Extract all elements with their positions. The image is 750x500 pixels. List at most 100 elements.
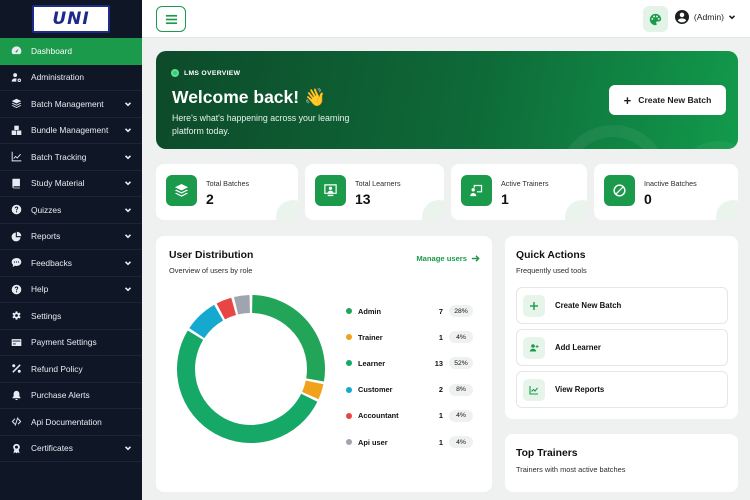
brand-logo[interactable]: UNI	[32, 5, 110, 33]
stat-card-inactive-batches[interactable]: Inactive Batches 0	[594, 164, 738, 220]
top-trainers-subtitle: Trainers with most active batches	[516, 465, 626, 474]
legend-label: Admin	[358, 306, 381, 316]
sidebar-item-feedbacks[interactable]: Feedbacks	[0, 250, 142, 277]
user-plus-icon	[523, 336, 545, 359]
layers-icon	[166, 175, 197, 206]
theme-button[interactable]	[643, 6, 668, 32]
chevron-down-icon	[124, 206, 132, 214]
sidebar-item-certificates[interactable]: Certificates	[0, 436, 142, 462]
quick-action-label: Create New Batch	[555, 301, 622, 310]
create-batch-button[interactable]: + Create New Batch	[609, 85, 726, 115]
layers-icon	[11, 98, 22, 109]
legend-item-customer: Customer 2 8%	[346, 377, 476, 403]
sidebar-item-label: Help	[31, 284, 49, 295]
sidebar: UNI Dashboard Administration Batch Managem…	[0, 0, 142, 500]
donut-slice-admin[interactable]	[251, 295, 325, 382]
legend-color-dot	[346, 386, 352, 393]
palette-icon	[649, 13, 662, 25]
legend-label: Api user	[358, 437, 388, 447]
welcome-title: Welcome back! 👋	[172, 87, 326, 107]
legend-count: 1	[438, 437, 443, 447]
quick-action-view-reports[interactable]: View Reports	[516, 371, 728, 408]
legend-color-dot	[346, 308, 352, 315]
learner-icon	[315, 175, 346, 206]
chevron-down-icon	[124, 100, 132, 108]
bell-icon	[11, 390, 22, 401]
chart-legend: Admin 7 28% Trainer 1 4% Learner 13 52% Customer 2…	[346, 298, 476, 455]
question-circle-icon	[11, 204, 22, 215]
quick-action-label: View Reports	[555, 385, 605, 394]
user-avatar-icon	[674, 10, 689, 24]
overview-badge-label: LMS OVERVIEW	[184, 69, 241, 77]
user-distribution-subtitle: Overview of users by role	[169, 266, 253, 275]
sidebar-item-label: Refund Policy	[31, 363, 83, 374]
quick-actions-title: Quick Actions	[516, 250, 586, 261]
donut-slice-learner[interactable]	[177, 330, 318, 443]
user-name: (Admin)	[693, 12, 724, 22]
legend-label: Learner	[358, 358, 386, 368]
plus-icon: +	[623, 92, 632, 108]
donut-slice-trainer[interactable]	[302, 380, 324, 400]
chevron-down-icon	[124, 444, 132, 452]
manage-users-link[interactable]: Manage users	[416, 254, 480, 263]
sidebar-item-label: Settings	[31, 310, 62, 321]
sidebar-item-reports[interactable]: Reports	[0, 224, 142, 250]
trainer-icon	[461, 175, 492, 206]
sidebar-item-label: Batch Tracking	[31, 151, 87, 162]
stat-label: Total Learners	[355, 179, 401, 188]
legend-color-dot	[346, 360, 352, 367]
sidebar-item-api-documentation[interactable]: Api Documentation	[0, 409, 142, 436]
legend-percent-badge: 4%	[449, 331, 473, 344]
user-distribution-card: User Distribution Overview of users by r…	[156, 236, 492, 492]
stat-value: 1	[501, 191, 509, 207]
legend-count: 1	[438, 332, 443, 342]
quick-action-create-batch[interactable]: Create New Batch	[516, 287, 728, 324]
boxes-icon	[11, 125, 22, 136]
sidebar-item-batch-tracking[interactable]: Batch Tracking	[0, 144, 142, 171]
sidebar-item-batch-management[interactable]: Batch Management	[0, 91, 142, 118]
sidebar-item-label: Reports	[31, 231, 61, 242]
sidebar-item-settings[interactable]: Settings	[0, 303, 142, 330]
sidebar-item-study-material[interactable]: Study Material	[0, 171, 142, 197]
help-circle-icon	[11, 284, 22, 295]
legend-item-trainer: Trainer 1 4%	[346, 324, 476, 350]
top-trainers-title: Top Trainers	[516, 448, 578, 459]
stat-card-total-batches[interactable]: Total Batches 2	[156, 164, 298, 220]
banner-decoration	[678, 141, 738, 149]
award-icon	[11, 443, 22, 454]
sidebar-item-refund-policy[interactable]: Refund Policy	[0, 356, 142, 383]
legend-item-admin: Admin 7 28%	[346, 298, 476, 324]
sidebar-item-label: Administration	[31, 72, 85, 83]
donut-slice-accountant[interactable]	[216, 297, 237, 320]
sidebar-item-quizzes[interactable]: Quizzes	[0, 197, 142, 224]
credit-card-icon	[11, 337, 22, 348]
legend-color-dot	[346, 412, 352, 419]
gear-icon	[11, 310, 22, 321]
sidebar-item-bundle-management[interactable]: Bundle Management	[0, 118, 142, 144]
welcome-banner: LMS OVERVIEW Welcome back! 👋 Here's what…	[156, 51, 738, 149]
donut-slice-api-user[interactable]	[233, 295, 251, 315]
chevron-down-icon	[124, 285, 132, 293]
sidebar-item-administration[interactable]: Administration	[0, 65, 142, 91]
book-icon	[11, 178, 22, 189]
sidebar-item-label: Quizzes	[31, 204, 62, 215]
sidebar-item-dashboard[interactable]: Dashboard	[0, 38, 142, 65]
sidebar-item-purchase-alerts[interactable]: Purchase Alerts	[0, 383, 142, 409]
arrow-right-icon	[471, 255, 480, 262]
legend-label: Accountant	[358, 411, 399, 421]
legend-color-dot	[346, 439, 352, 446]
quick-actions-card: Quick Actions Frequently used tools Crea…	[505, 236, 738, 419]
stat-card-total-learners[interactable]: Total Learners 13	[305, 164, 444, 220]
user-menu[interactable]: (Admin)	[674, 10, 736, 24]
menu-toggle-button[interactable]	[156, 6, 186, 32]
sidebar-item-payment-settings[interactable]: Payment Settings	[0, 330, 142, 356]
quick-action-add-learner[interactable]: Add Learner	[516, 329, 728, 366]
chevron-down-icon	[124, 153, 132, 161]
sidebar-item-help[interactable]: Help	[0, 277, 142, 303]
chevron-down-icon	[124, 179, 132, 187]
donut-slice-customer[interactable]	[189, 304, 224, 339]
top-trainers-card: Top Trainers Trainers with most active b…	[505, 434, 738, 492]
legend-item-learner: Learner 13 52%	[346, 350, 476, 376]
stat-card-active-trainers[interactable]: Active Trainers 1	[451, 164, 587, 220]
chevron-down-icon	[124, 232, 132, 240]
